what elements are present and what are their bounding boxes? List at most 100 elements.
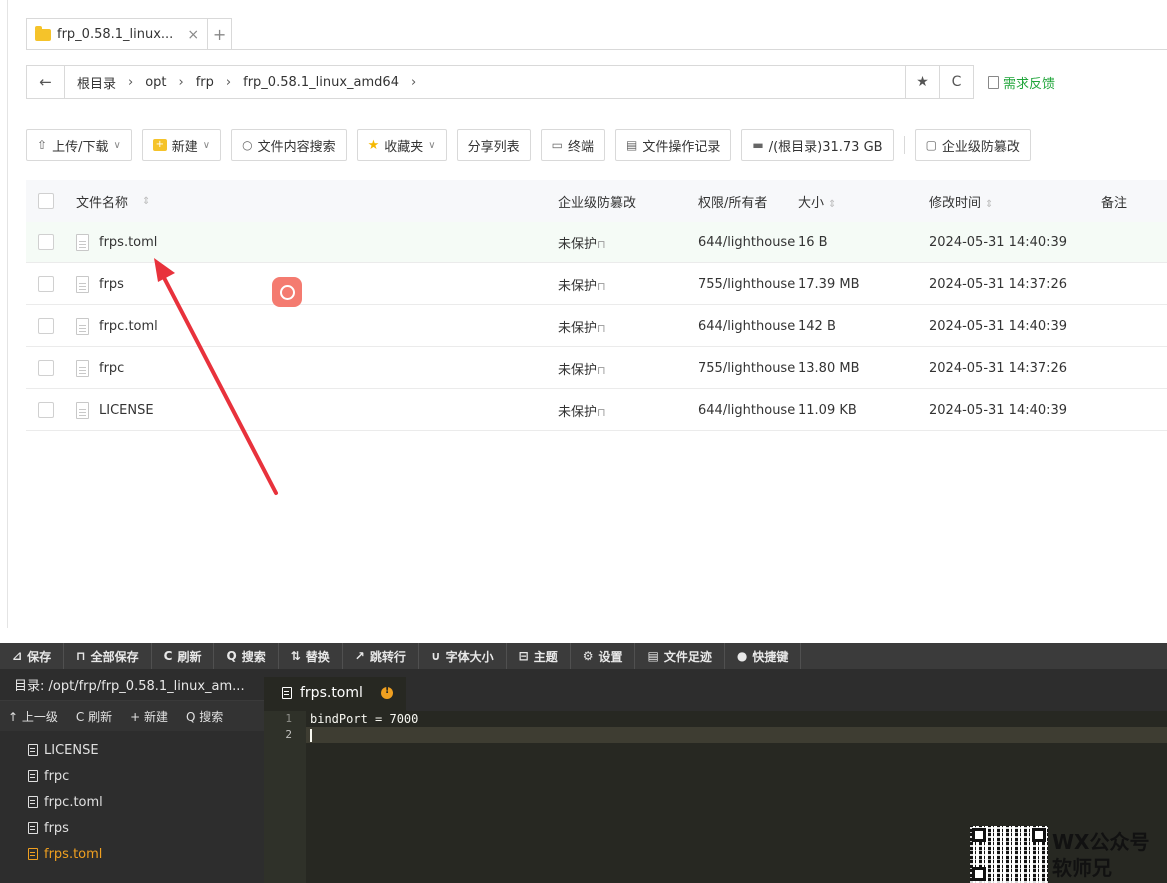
upload-icon: ⇧: [37, 138, 48, 152]
up-level-button[interactable]: ↑ 上一级: [0, 708, 68, 725]
row-checkbox[interactable]: [38, 318, 54, 334]
perm-cell[interactable]: 644/lighthouse: [698, 319, 795, 334]
shortcuts-button[interactable]: ● 快捷键: [725, 643, 802, 669]
file-name-cell[interactable]: frpc.toml: [76, 317, 158, 335]
goto-line-button[interactable]: ↗ 跳转行: [343, 643, 419, 669]
settings-button[interactable]: ⚙ 设置: [571, 643, 636, 669]
code-line-current[interactable]: [306, 727, 1167, 743]
content-search-button[interactable]: ○ 文件内容搜索: [231, 129, 347, 161]
protect-status: 未保护: [558, 236, 598, 252]
unsaved-warning-icon[interactable]: [380, 685, 393, 699]
sidebar-file-item[interactable]: frpc.toml: [0, 789, 264, 815]
breadcrumb-frp-dir[interactable]: frp_0.58.1_linux_amd64: [243, 75, 399, 90]
table-row[interactable]: frpc 未保护⊓ 755/lighthouse 13.80 MB 2024-0…: [26, 348, 1167, 389]
row-checkbox[interactable]: [38, 276, 54, 292]
sidebar-file-item[interactable]: frps: [0, 815, 264, 841]
terminal-button[interactable]: ▭ 终端: [540, 129, 605, 161]
select-all-checkbox[interactable]: [38, 193, 54, 209]
unlock-icon[interactable]: ⊓: [597, 322, 606, 335]
search-button[interactable]: Q 搜索: [214, 643, 279, 669]
sidebar-search-button[interactable]: Q 搜索: [178, 708, 233, 725]
table-row[interactable]: frps 未保护⊓ 755/lighthouse 17.39 MB 2024-0…: [26, 264, 1167, 305]
theme-icon: ⊟: [518, 649, 529, 663]
header-mtime[interactable]: 修改时间 ⇕: [929, 192, 993, 211]
share-list-button[interactable]: 分享列表: [456, 129, 531, 161]
replace-label: 替换: [305, 649, 330, 664]
refresh-button[interactable]: C 刷新: [152, 643, 215, 669]
file-name-cell[interactable]: LICENSE: [76, 401, 154, 419]
feedback-link[interactable]: 需求反馈: [988, 73, 1055, 92]
shortcuts-label: 快捷键: [752, 649, 789, 664]
editor-tab-active[interactable]: frps.toml: [264, 677, 406, 711]
file-icon: [28, 822, 38, 834]
file-name-cell[interactable]: frpc: [76, 359, 124, 377]
tab-title: frp_0.58.1_linux...: [57, 27, 174, 42]
file-icon: [282, 687, 292, 699]
sidebar-file-item[interactable]: LICENSE: [0, 737, 264, 763]
file-history-button[interactable]: ▤ 文件足迹: [635, 643, 725, 669]
code-line[interactable]: bindPort = 7000: [306, 711, 1167, 727]
operation-log-button[interactable]: ▤ 文件操作记录: [615, 129, 732, 161]
file-icon: [76, 233, 89, 251]
font-size-button[interactable]: ∪ 字体大小: [419, 643, 507, 669]
close-icon[interactable]: ×: [187, 27, 199, 43]
back-arrow-icon[interactable]: ←: [27, 66, 65, 98]
sidebar-file-label: frps.toml: [44, 846, 103, 862]
sidebar-file-item[interactable]: frpc: [0, 763, 264, 789]
file-icon: [76, 359, 89, 377]
file-name-cell[interactable]: frps.toml: [76, 233, 157, 251]
perm-cell[interactable]: 644/lighthouse: [698, 235, 795, 250]
watermark-text: WX公众号 软师兄: [1052, 829, 1149, 881]
qr-finder: [972, 867, 986, 881]
perm-cell[interactable]: 644/lighthouse: [698, 403, 795, 418]
file-name: frps: [99, 276, 124, 292]
row-checkbox[interactable]: [38, 234, 54, 250]
replace-button[interactable]: ⇅ 替换: [279, 643, 343, 669]
unlock-icon[interactable]: ⊓: [597, 364, 606, 377]
table-row[interactable]: frps.toml 未保护⊓ 644/lighthouse 16 B 2024-…: [26, 222, 1167, 263]
row-checkbox[interactable]: [38, 402, 54, 418]
sidebar-new-button[interactable]: + 新建: [122, 708, 178, 725]
add-tab-button[interactable]: +: [208, 18, 233, 50]
disk-button[interactable]: ▬ /(根目录)31.73 GB: [741, 129, 894, 161]
save-button[interactable]: ⊿ 保存: [0, 643, 65, 669]
file-name-cell[interactable]: frps: [76, 275, 124, 293]
table-row[interactable]: LICENSE 未保护⊓ 644/lighthouse 11.09 KB 202…: [26, 390, 1167, 431]
breadcrumb-frp[interactable]: frp: [196, 75, 214, 90]
new-folder-icon: +: [152, 139, 167, 151]
unlock-icon[interactable]: ⊓: [597, 238, 606, 251]
theme-button[interactable]: ⊟ 主题: [507, 643, 571, 669]
sidebar-file-list: LICENSE frpc frpc.toml frps frps.toml: [0, 731, 264, 867]
upload-download-button[interactable]: ⇧ 上传/下载 ∨: [26, 129, 132, 161]
perm-cell[interactable]: 755/lighthouse: [698, 277, 795, 292]
unlock-icon[interactable]: ⊓: [597, 280, 606, 293]
star-icon[interactable]: ★: [906, 65, 940, 99]
new-button[interactable]: + 新建 ∨: [141, 129, 222, 161]
feedback-icon: [988, 75, 999, 89]
favorites-button[interactable]: ★ 收藏夹 ∨: [356, 129, 447, 161]
sidebar-refresh-button[interactable]: C 刷新: [68, 708, 122, 725]
row-checkbox[interactable]: [38, 360, 54, 376]
sidebar-file-item-active[interactable]: frps.toml: [0, 841, 264, 867]
save-all-button[interactable]: ⊓ 全部保存: [64, 643, 152, 669]
header-name[interactable]: 文件名称 ⇕: [76, 192, 150, 211]
unlock-icon[interactable]: ⊓: [597, 406, 606, 419]
protect-cell: 未保护⊓: [558, 275, 606, 294]
tamper-protect-button[interactable]: ▢ 企业级防篡改: [914, 129, 1031, 161]
chevron-right-icon: ›: [225, 74, 232, 90]
file-icon: [28, 744, 38, 756]
file-icon: [28, 796, 38, 808]
floating-search-button[interactable]: [272, 277, 302, 307]
header-size[interactable]: 大小 ⇕: [798, 192, 836, 211]
address-tools: ★ C 需求反馈: [906, 65, 1055, 99]
table-row[interactable]: frpc.toml 未保护⊓ 644/lighthouse 142 B 2024…: [26, 306, 1167, 347]
breadcrumb-opt[interactable]: opt: [145, 75, 166, 90]
sidebar-file-label: LICENSE: [44, 742, 99, 758]
address-bar[interactable]: ← 根目录 › opt › frp › frp_0.58.1_linux_amd…: [26, 65, 906, 99]
size-cell: 11.09 KB: [798, 402, 857, 418]
breadcrumb-root[interactable]: 根目录: [77, 73, 116, 92]
refresh-icon[interactable]: C: [940, 65, 974, 99]
perm-cell[interactable]: 755/lighthouse: [698, 361, 795, 376]
goto-icon: ↗: [354, 649, 365, 663]
tab-current-folder[interactable]: frp_0.58.1_linux... ×: [26, 18, 209, 50]
